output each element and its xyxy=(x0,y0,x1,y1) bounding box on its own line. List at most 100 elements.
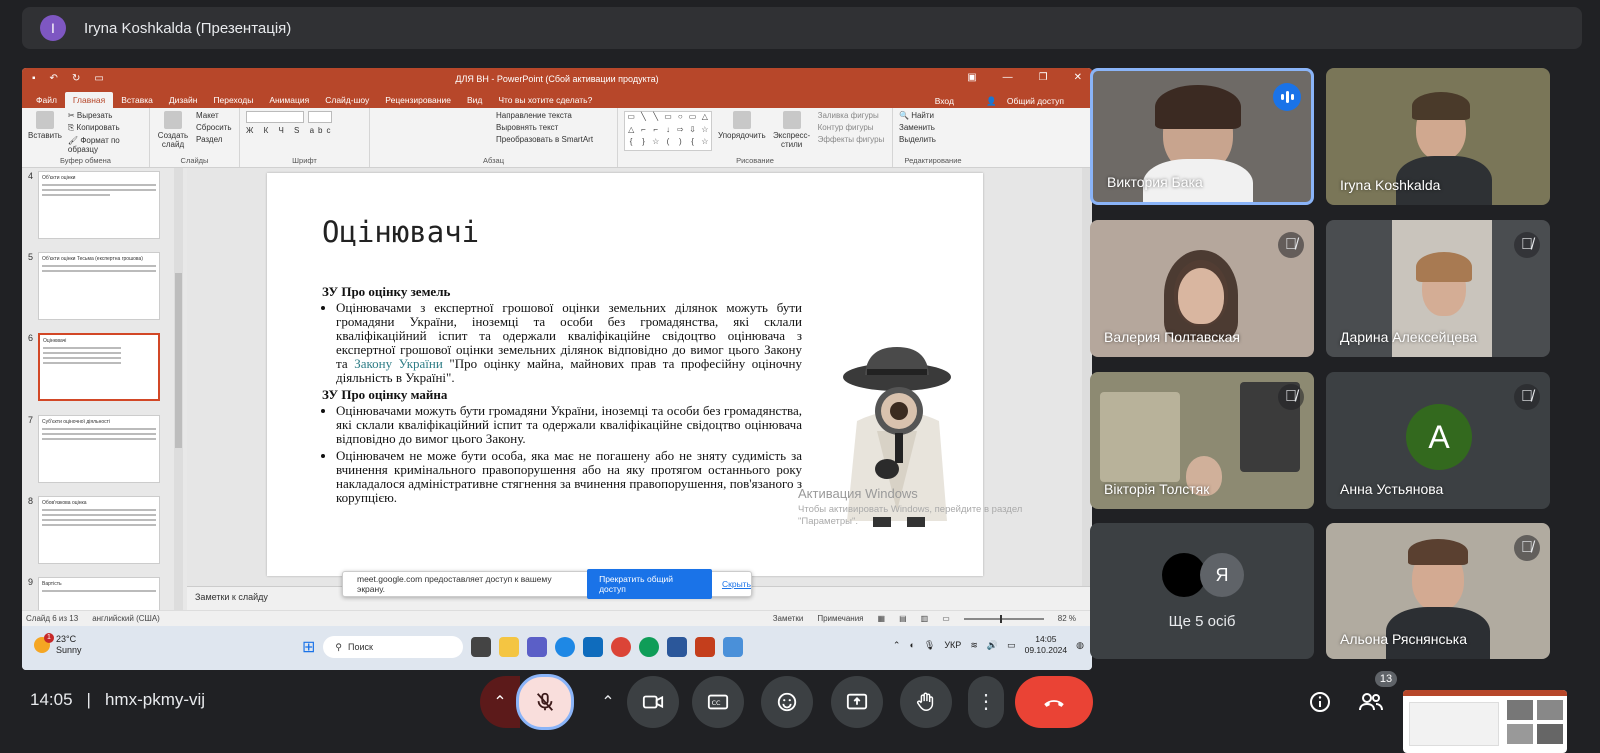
align-text-button[interactable]: Выровнять текст xyxy=(496,123,593,132)
reactions-button[interactable] xyxy=(761,676,813,728)
ribbon-options-icon[interactable]: ▣ xyxy=(967,72,976,83)
wifi-icon[interactable]: ≋ xyxy=(970,640,978,651)
slides-pane-scrollbar[interactable] xyxy=(174,168,183,610)
slide-counter: Слайд 6 из 13 xyxy=(26,614,79,623)
format-painter-button[interactable]: 🖌 Формат по образцу xyxy=(68,136,143,154)
teams-icon[interactable] xyxy=(527,637,548,657)
view-slideshow-icon[interactable]: ▭ xyxy=(942,614,950,623)
tab-transitions[interactable]: Переходы xyxy=(205,92,261,108)
smartart-button[interactable]: Преобразовать в SmartArt xyxy=(496,135,593,144)
more-participants-tile[interactable]: Я Ще 5 осіб xyxy=(1090,523,1314,659)
tray-chevron-icon[interactable]: ⌃ xyxy=(893,640,901,651)
undo-icon[interactable]: ↶ xyxy=(50,73,58,84)
shape-effects-button[interactable]: Эффекты фигуры xyxy=(818,135,885,144)
captions-button[interactable]: CC xyxy=(692,676,744,728)
view-reading-icon[interactable]: ▥ xyxy=(921,614,929,623)
font-style-buttons[interactable]: Ж К Ч S abc xyxy=(246,126,335,135)
close-icon[interactable]: ✕ xyxy=(1074,72,1082,83)
text-direction-button[interactable]: Направление текста xyxy=(496,111,593,120)
info-button[interactable] xyxy=(1308,690,1332,714)
notes-toggle[interactable]: Заметки xyxy=(773,614,804,623)
chrome-icon[interactable] xyxy=(611,637,632,657)
slide-thumbnail-active[interactable]: 6 Оцінювачі xyxy=(22,333,187,408)
copy-button[interactable]: ⎘ Копировать xyxy=(68,123,143,133)
participant-tile[interactable]: Виктория Бака xyxy=(1090,68,1314,205)
file-explorer-icon[interactable] xyxy=(499,637,520,657)
slide-thumbnail[interactable]: 4 Об'єкти оцінки xyxy=(22,171,187,246)
slide-thumbnail[interactable]: 8 Обов'язкова оцінка xyxy=(22,496,187,571)
zoom-level[interactable]: 82 % xyxy=(1058,614,1076,623)
view-normal-icon[interactable]: ▦ xyxy=(878,614,886,623)
tab-slideshow[interactable]: Слайд-шоу xyxy=(317,92,377,108)
self-preview-thumbnail[interactable] xyxy=(1403,690,1567,753)
share-button[interactable]: 👤 Общий доступ xyxy=(978,93,1080,110)
zoom-slider[interactable] xyxy=(963,614,1044,623)
replace-button[interactable]: Заменить xyxy=(899,123,936,132)
audio-options-button[interactable]: ⌃ xyxy=(480,676,520,728)
section-button[interactable]: Раздел xyxy=(196,135,232,144)
windows-start-icon[interactable]: ⊞ xyxy=(302,637,315,657)
participant-tile[interactable]: 🎙̸ Альона Ряснянська xyxy=(1326,523,1550,659)
select-button[interactable]: Выделить xyxy=(899,135,936,144)
volume-icon[interactable]: 🔊 xyxy=(987,640,998,651)
participant-tile[interactable]: 🎙̸ Вікторія Толстяк xyxy=(1090,372,1314,509)
participant-tile[interactable]: 🎙̸ Дарина Алексейцева xyxy=(1326,220,1550,357)
input-language[interactable]: УКР xyxy=(944,640,961,650)
participant-tile[interactable]: А 🎙̸ Анна Устьянова xyxy=(1326,372,1550,509)
participant-tile[interactable]: Iryna Koshkalda xyxy=(1326,68,1550,205)
video-options-button[interactable]: ⌃ xyxy=(594,676,622,728)
shape-fill-button[interactable]: Заливка фигуры xyxy=(818,111,885,120)
slide-thumbnail[interactable]: 5 Об'єкти оцінки Тесьма (експертна грошо… xyxy=(22,252,187,327)
view-sorter-icon[interactable]: ▤ xyxy=(899,614,907,623)
font-name-box[interactable] xyxy=(246,111,304,123)
microphone-toggle-button[interactable] xyxy=(516,674,574,730)
leave-call-button[interactable] xyxy=(1015,676,1093,728)
raise-hand-button[interactable] xyxy=(900,676,952,728)
taskbar-search[interactable]: ⚲ Поиск xyxy=(323,636,464,658)
tab-home[interactable]: Главная xyxy=(64,92,114,108)
minimize-icon[interactable]: — xyxy=(1003,72,1013,83)
maximize-icon[interactable]: ❐ xyxy=(1039,72,1048,83)
tray-app-icon[interactable]: ◐ xyxy=(909,640,914,650)
tab-review[interactable]: Рецензирование xyxy=(377,92,459,108)
present-icon[interactable]: ▭ xyxy=(94,73,103,84)
save-icon[interactable]: ▪ xyxy=(32,73,36,84)
cut-button[interactable]: ✂ Вырезать xyxy=(68,111,143,120)
tab-view[interactable]: Вид xyxy=(459,92,490,108)
weather-widget[interactable]: 1 23°C Sunny xyxy=(34,633,82,656)
hide-banner-link[interactable]: Скрыть xyxy=(722,579,751,589)
store-icon[interactable] xyxy=(583,637,604,657)
powerpoint-icon[interactable] xyxy=(695,637,716,657)
tab-design[interactable]: Дизайн xyxy=(161,92,206,108)
participant-tile[interactable]: 🎙̸ Валерия Полтавская xyxy=(1090,220,1314,357)
chrome-profile-icon[interactable] xyxy=(639,637,660,657)
layout-button[interactable]: Макет xyxy=(196,111,232,120)
reset-button[interactable]: Сбросить xyxy=(196,123,232,132)
tab-file[interactable]: Файл xyxy=(28,92,65,108)
font-size-box[interactable] xyxy=(308,111,332,123)
people-button[interactable] xyxy=(1358,690,1384,714)
photos-icon[interactable] xyxy=(723,637,744,657)
camera-toggle-button[interactable] xyxy=(627,676,679,728)
word-icon[interactable] xyxy=(667,637,688,657)
taskbar-clock[interactable]: 14:05 09.10.2024 xyxy=(1025,634,1068,656)
comments-toggle[interactable]: Примечания xyxy=(817,614,863,623)
present-screen-button[interactable] xyxy=(831,676,883,728)
battery-icon[interactable]: ▭ xyxy=(1007,640,1016,651)
tab-insert[interactable]: Вставка xyxy=(113,92,161,108)
more-options-button[interactable]: ⋮ xyxy=(968,676,1004,728)
tell-me-search[interactable]: Что вы хотите сделать? xyxy=(490,92,600,108)
edge-icon[interactable] xyxy=(555,637,576,657)
redo-icon[interactable]: ↻ xyxy=(72,73,80,84)
slide-thumbnail[interactable]: 7 Суб'єкти оціночної діяльності xyxy=(22,415,187,490)
task-view-icon[interactable] xyxy=(471,637,492,657)
shape-outline-button[interactable]: Контур фигуры xyxy=(818,123,885,132)
tab-animation[interactable]: Анимация xyxy=(261,92,317,108)
microphone-icon[interactable]: 🎙 xyxy=(924,640,935,651)
slide-thumbnail[interactable]: 9 Вартість xyxy=(22,577,187,610)
find-button[interactable]: 🔍 Найти xyxy=(899,111,936,120)
notification-icon[interactable]: ◍ xyxy=(1076,640,1084,651)
shapes-gallery[interactable]: ▭ ╲ ╲ ▭ ○ ▭ △ △ ⌐ ⌐ ↓ ⇨ ⇩ ☆ {} ☆(){☆ xyxy=(624,111,712,151)
stop-sharing-button[interactable]: Прекратить общий доступ xyxy=(587,569,712,599)
law-link[interactable]: Закону України xyxy=(354,356,443,371)
